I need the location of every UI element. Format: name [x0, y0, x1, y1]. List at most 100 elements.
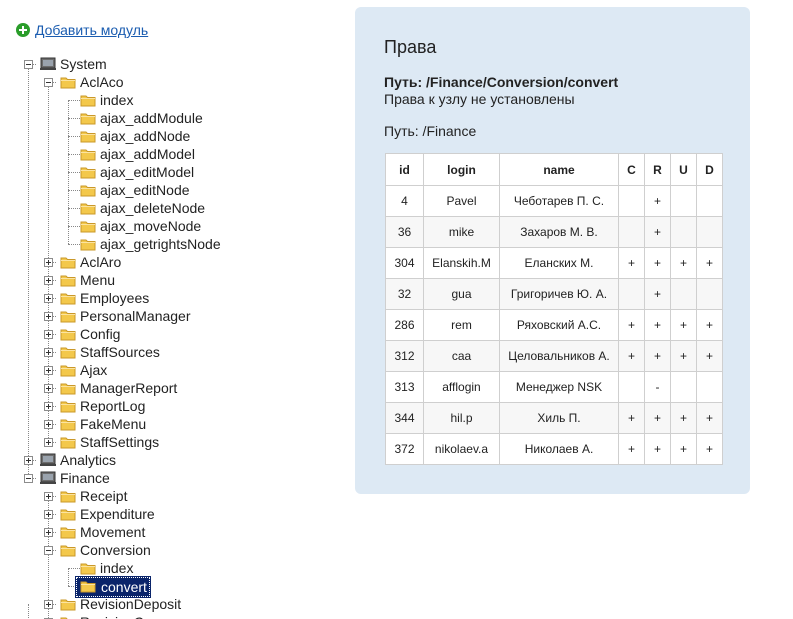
cell-r: +: [644, 402, 671, 434]
tree-node[interactable]: ajax_getrightsNode: [0, 235, 340, 253]
expand-toggle-icon[interactable]: [44, 492, 53, 501]
module-icon: [40, 57, 56, 74]
table-row: 286 rem Ряховский А.С. + + + +: [385, 309, 723, 341]
parent-path: Путь: /Finance: [384, 123, 477, 139]
tree-node[interactable]: Finance: [0, 469, 340, 487]
tree-node[interactable]: StaffSources: [0, 343, 340, 361]
collapse-toggle-icon[interactable]: [24, 474, 33, 483]
tree-node-label[interactable]: Menu: [78, 271, 117, 289]
expand-toggle-icon[interactable]: [44, 420, 53, 429]
tree-node[interactable]: ajax_addNode: [0, 127, 340, 145]
tree-node[interactable]: Conversion: [0, 541, 340, 559]
tree-node-label[interactable]: Employees: [78, 289, 151, 307]
tree-node-label[interactable]: ajax_moveNode: [98, 217, 203, 235]
tree-node[interactable]: Movement: [0, 523, 340, 541]
expand-toggle-icon[interactable]: [44, 294, 53, 303]
tree-node[interactable]: Config: [0, 325, 340, 343]
collapse-toggle-icon[interactable]: [44, 546, 53, 555]
expand-toggle-icon[interactable]: [44, 366, 53, 375]
tree-node[interactable]: Expenditure: [0, 505, 340, 523]
tree-node[interactable]: RevisionDeposit: [0, 595, 340, 613]
tree-node[interactable]: System: [0, 55, 340, 73]
folder-icon: [60, 489, 76, 506]
tree-node-label[interactable]: ajax_addModel: [98, 145, 197, 163]
expand-toggle-icon[interactable]: [44, 600, 53, 609]
tree-node-label[interactable]: Ajax: [78, 361, 109, 379]
tree-node-label[interactable]: RevisionCr: [78, 613, 150, 619]
add-module-link[interactable]: Добавить модуль: [16, 22, 148, 38]
tree-node-label[interactable]: ajax_deleteNode: [98, 199, 207, 217]
folder-icon: [60, 291, 76, 308]
tree-node-label[interactable]: RevisionDeposit: [78, 595, 183, 613]
tree-node[interactable]: PersonalManager: [0, 307, 340, 325]
tree-node-label[interactable]: FakeMenu: [78, 415, 148, 433]
tree-node-label[interactable]: Analytics: [58, 451, 118, 469]
expand-toggle-icon[interactable]: [44, 402, 53, 411]
expand-toggle-icon[interactable]: [44, 276, 53, 285]
tree-node[interactable]: ajax_deleteNode: [0, 199, 340, 217]
tree-node[interactable]: StaffSettings: [0, 433, 340, 451]
tree-node[interactable]: ajax_editModel: [0, 163, 340, 181]
folder-icon: [60, 273, 76, 290]
folder-icon: [80, 93, 96, 110]
tree-node[interactable]: Ajax: [0, 361, 340, 379]
tree-node-label[interactable]: index: [98, 91, 135, 109]
collapse-toggle-icon[interactable]: [24, 60, 33, 69]
cell-id: 312: [385, 340, 424, 372]
column-header-u: U: [670, 153, 697, 186]
tree-node[interactable]: Employees: [0, 289, 340, 307]
expand-toggle-icon[interactable]: [44, 510, 53, 519]
tree-node[interactable]: convert: [0, 576, 340, 598]
expand-toggle-icon[interactable]: [44, 312, 53, 321]
tree-node[interactable]: Menu: [0, 271, 340, 289]
tree-node-label[interactable]: ManagerReport: [78, 379, 179, 397]
tree-node-label[interactable]: ajax_addNode: [98, 127, 192, 145]
expand-toggle-icon[interactable]: [24, 456, 33, 465]
tree-node-label[interactable]: AclAro: [78, 253, 123, 271]
tree-node-label[interactable]: ajax_editNode: [98, 181, 192, 199]
column-header-id: id: [385, 153, 424, 186]
tree-node-label[interactable]: Config: [78, 325, 122, 343]
tree-node-label[interactable]: index: [98, 559, 135, 577]
tree-node-label[interactable]: PersonalManager: [78, 307, 193, 325]
expand-toggle-icon[interactable]: [44, 438, 53, 447]
tree-node[interactable]: FakeMenu: [0, 415, 340, 433]
tree-node-label[interactable]: AclAco: [78, 73, 126, 91]
tree-node[interactable]: index: [0, 91, 340, 109]
column-header-c: C: [618, 153, 645, 186]
tree-node[interactable]: Receipt: [0, 487, 340, 505]
expand-toggle-icon[interactable]: [44, 330, 53, 339]
add-module-label[interactable]: Добавить модуль: [35, 22, 148, 38]
tree-node[interactable]: AclAro: [0, 253, 340, 271]
tree-node-label[interactable]: System: [58, 55, 109, 73]
column-header-name: name: [499, 153, 619, 186]
tree-node-label[interactable]: ReportLog: [78, 397, 147, 415]
tree-node-label[interactable]: ajax_addModule: [98, 109, 205, 127]
tree-node-label[interactable]: Conversion: [78, 541, 153, 559]
tree-node-label[interactable]: Receipt: [78, 487, 129, 505]
tree-node[interactable]: AclAco: [0, 73, 340, 91]
expand-toggle-icon[interactable]: [44, 348, 53, 357]
expand-toggle-icon[interactable]: [44, 258, 53, 267]
tree-node[interactable]: RevisionCr: [0, 613, 340, 619]
tree-node[interactable]: index: [0, 559, 340, 577]
tree-node[interactable]: Analytics: [0, 451, 340, 469]
cell-id: 4: [385, 185, 424, 217]
tree-node[interactable]: ajax_addModule: [0, 109, 340, 127]
tree-node-label[interactable]: ajax_editModel: [98, 163, 196, 181]
tree-node[interactable]: ajax_addModel: [0, 145, 340, 163]
tree-node[interactable]: ajax_editNode: [0, 181, 340, 199]
collapse-toggle-icon[interactable]: [44, 78, 53, 87]
tree-node-label[interactable]: StaffSettings: [78, 433, 161, 451]
expand-toggle-icon[interactable]: [44, 528, 53, 537]
tree-node-label[interactable]: Expenditure: [78, 505, 157, 523]
expand-toggle-icon[interactable]: [44, 384, 53, 393]
tree-node[interactable]: ajax_moveNode: [0, 217, 340, 235]
tree-node[interactable]: ManagerReport: [0, 379, 340, 397]
tree-node[interactable]: ReportLog: [0, 397, 340, 415]
tree-node-label[interactable]: Movement: [78, 523, 147, 541]
cell-r: -: [644, 371, 671, 403]
tree-node-label[interactable]: StaffSources: [78, 343, 162, 361]
tree-node-label[interactable]: Finance: [58, 469, 112, 487]
tree-node-label[interactable]: ajax_getrightsNode: [98, 235, 223, 253]
